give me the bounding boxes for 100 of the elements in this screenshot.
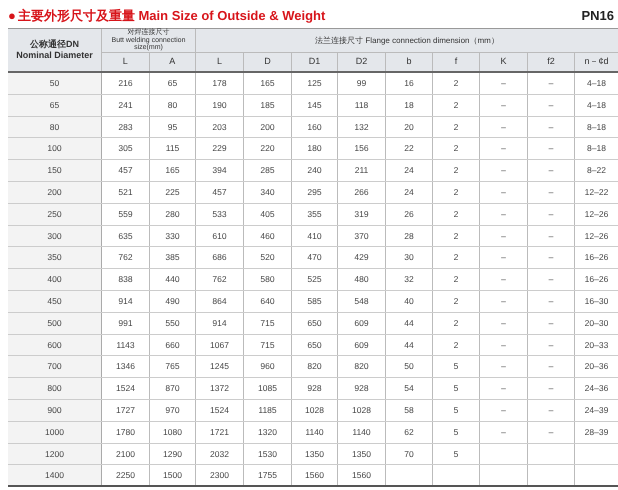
- table-cell: 1028: [352, 404, 371, 417]
- table-cell: 715: [260, 316, 275, 330]
- table-cell: 1140: [352, 426, 371, 439]
- table-cell: 70: [404, 448, 414, 460]
- table-cell: –: [548, 186, 554, 199]
- table-cell: 20: [404, 120, 414, 134]
- table-cell: 283: [118, 120, 133, 134]
- table-cell: 533: [212, 208, 227, 221]
- table-cell: 2: [454, 251, 458, 264]
- table-cell: 1143: [116, 338, 135, 352]
- table-cell: 28: [404, 230, 414, 242]
- table-cell: 1320: [258, 426, 277, 439]
- table-cell: 1780: [116, 426, 135, 439]
- table-cell: 2032: [210, 448, 229, 460]
- section-title: 主要外形尺寸及重量 Main Size of Outside & Weight: [18, 6, 326, 25]
- table-cell: 145: [307, 98, 322, 112]
- table-cell: 240: [307, 164, 322, 177]
- table-cell: 5: [454, 360, 458, 374]
- table-cell: 22: [404, 142, 414, 156]
- table-cell: 2300: [210, 468, 229, 482]
- table-cell: –: [548, 98, 554, 112]
- table-cell: 1350: [305, 448, 324, 460]
- table-cell: –: [548, 404, 554, 417]
- table-cell: 660: [165, 338, 180, 352]
- table-cell: 1755: [258, 468, 277, 482]
- table-cell: 32: [404, 273, 414, 286]
- table-cell: 2: [454, 142, 458, 156]
- table-cell: 4–18: [587, 77, 606, 90]
- bullet-icon: ●: [8, 8, 16, 22]
- table-cell: 2250: [116, 468, 135, 482]
- table-cell: 1200: [8, 444, 102, 464]
- table-cell: 470: [307, 251, 322, 264]
- table-cell: 5: [454, 382, 458, 395]
- table-cell: 765: [165, 360, 180, 374]
- table-cell: 820: [354, 360, 369, 374]
- table-cell: 585: [307, 294, 322, 308]
- table-cell: 160: [307, 120, 322, 134]
- table-cell: –: [501, 164, 506, 177]
- table-cell: –: [548, 426, 554, 439]
- table-cell: 44: [404, 316, 414, 330]
- column-header: D2: [338, 53, 386, 71]
- table-cell: 190: [212, 98, 227, 112]
- table-cell: 200: [8, 182, 102, 203]
- table-cell: 185: [260, 98, 275, 112]
- table-cell: 16–26: [584, 251, 608, 264]
- group-header: 法兰连接尺寸 Flange connection dimension（mm）: [315, 34, 499, 46]
- table-cell: –: [548, 273, 554, 286]
- table-cell: 216: [118, 77, 133, 90]
- table-cell: 700: [8, 356, 102, 378]
- table-cell: 5: [454, 448, 458, 460]
- table-cell: 1245: [210, 360, 229, 374]
- table-cell: 610: [212, 230, 227, 242]
- table-cell: 203: [212, 120, 227, 134]
- table-cell: 521: [118, 186, 133, 199]
- table-cell: 914: [118, 294, 133, 308]
- table-cell: –: [548, 120, 554, 134]
- table-cell: 1346: [116, 360, 135, 374]
- table-cell: 2: [454, 338, 458, 352]
- table-cell: 30: [404, 251, 414, 264]
- table-cell: –: [501, 316, 506, 330]
- table-cell: 928: [307, 382, 322, 395]
- column-header: D1: [292, 53, 338, 71]
- table-cell: 960: [260, 360, 275, 374]
- table-cell: 8–22: [587, 164, 606, 177]
- column-header: f2: [528, 53, 575, 71]
- table-cell: 65: [8, 94, 102, 116]
- table-cell: 1500: [163, 468, 182, 482]
- table-cell: 370: [354, 230, 369, 242]
- column-header: n－¢d: [583, 55, 610, 68]
- table-cell: 928: [354, 382, 369, 395]
- table-cell: 1530: [258, 448, 277, 460]
- table-cell: 50: [404, 360, 414, 374]
- table-cell: 548: [354, 294, 369, 308]
- column-header: 公称通径DN Nominal Diameter: [8, 29, 102, 71]
- table-cell: 40: [404, 294, 414, 308]
- table-cell: 600: [8, 334, 102, 356]
- table-cell: –: [548, 360, 554, 374]
- table-cell: 385: [165, 251, 180, 264]
- table-cell: –: [501, 208, 506, 221]
- table-cell: 12–22: [584, 186, 608, 199]
- table-cell: 1560: [352, 468, 371, 482]
- table-cell: –: [501, 77, 506, 90]
- table-cell: 178: [212, 77, 227, 90]
- table-cell: 838: [118, 273, 133, 286]
- table-cell: 1140: [305, 426, 324, 439]
- table-cell: 900: [8, 400, 102, 421]
- table-cell: 1080: [163, 426, 182, 439]
- table-cell: 1350: [352, 448, 371, 460]
- table-cell: 58: [404, 404, 414, 417]
- column-header: D: [244, 53, 292, 71]
- table-cell: 95: [168, 120, 178, 134]
- table-cell: –: [548, 294, 554, 308]
- table-cell: 2: [454, 273, 458, 286]
- table-cell: 1524: [116, 382, 135, 395]
- column-header: K: [480, 53, 528, 71]
- table-cell: 16–30: [584, 294, 608, 308]
- table-cell: –: [501, 186, 506, 199]
- table-cell: –: [548, 142, 554, 156]
- table-cell: 2: [454, 98, 458, 112]
- table-cell: 457: [118, 164, 133, 177]
